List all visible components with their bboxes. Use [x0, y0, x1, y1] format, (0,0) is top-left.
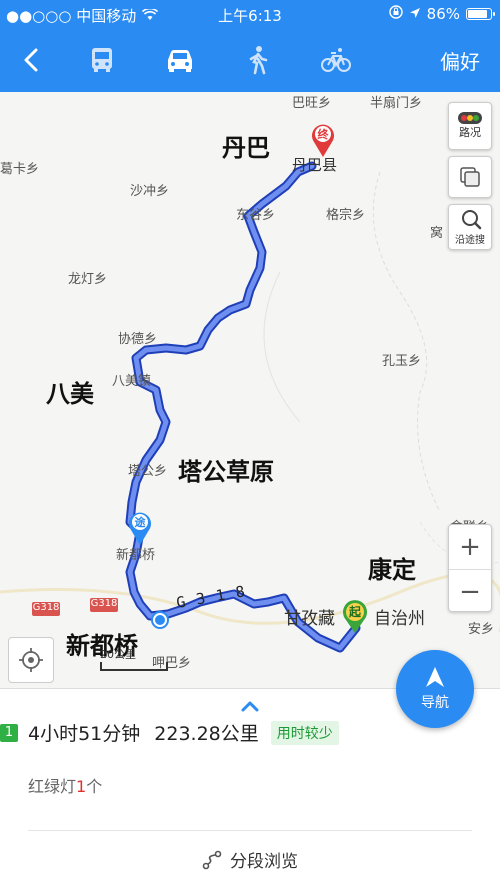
traffic-lights-unit: 个 [86, 777, 103, 796]
chevron-left-icon [24, 48, 38, 72]
place-label: 安乡 [468, 622, 495, 637]
route-number-badge: 1 [0, 723, 18, 742]
start-marker[interactable]: 起 [341, 600, 369, 634]
zoom-in-button[interactable]: + [449, 525, 491, 569]
back-button[interactable] [14, 42, 50, 78]
start-marker-label: 起 [348, 605, 361, 619]
layers-button[interactable] [448, 156, 492, 198]
place-label-highlight: 八美 [46, 380, 94, 408]
end-marker-label: 终 [317, 128, 329, 141]
preferences-button[interactable]: 偏好 [440, 46, 480, 75]
place-label: 塔公乡 [128, 464, 168, 479]
traffic-lights-count: 1 [76, 777, 87, 796]
traffic-lights-label: 红绿灯 [28, 777, 77, 796]
chevron-up-icon [241, 701, 259, 712]
search-icon [462, 209, 482, 229]
waypoint-marker-label: 途 [134, 516, 146, 529]
place-label: 八美镇 [112, 374, 152, 389]
route-map[interactable]: 巴旺乡 半扇门乡 丹巴 丹巴县 葛卡乡 沙冲乡 东谷乡 格宗乡 窝 龙灯乡 协德… [0, 92, 500, 688]
segment-browse-label: 分段浏览 [230, 852, 298, 872]
divider [28, 830, 472, 831]
mode-bus-button[interactable] [82, 40, 122, 80]
crosshair-icon [19, 648, 43, 672]
route-line [125, 161, 361, 653]
place-label: 半扇门乡 [370, 96, 423, 111]
place-label: 新都桥 [116, 548, 156, 563]
navigate-button[interactable]: 导航 [396, 650, 474, 728]
road-shield-g318: G318 [90, 598, 118, 609]
waypoint-marker[interactable]: 途 [127, 510, 153, 546]
place-label: 孔玉乡 [382, 354, 422, 369]
carrier-label: ●●○○○ 中国移动 [6, 7, 137, 25]
expand-sheet-handle[interactable] [240, 697, 260, 716]
my-location-button[interactable] [8, 637, 54, 683]
battery-percent: 86% [426, 5, 460, 23]
place-label: 窝 [430, 226, 444, 241]
place-label: 格宗乡 [326, 208, 366, 223]
battery-icon [466, 8, 495, 20]
end-marker[interactable]: 终 [310, 122, 336, 158]
place-label: 龙灯乡 [68, 272, 108, 287]
navigation-arrow-icon [426, 667, 444, 687]
transport-mode-bar: 偏好 [0, 28, 500, 92]
navigate-label: 导航 [421, 695, 449, 711]
mode-walk-button[interactable] [238, 40, 278, 80]
search-along-label: 沿途搜 [455, 234, 485, 246]
route-segments-icon [202, 850, 222, 869]
search-along-button[interactable]: 沿途搜 [448, 204, 492, 250]
place-label-highlight: 丹巴 [222, 134, 270, 162]
route-duration: 4小时51分钟 [28, 723, 141, 745]
mode-car-button[interactable] [160, 40, 200, 80]
place-label: 巴旺乡 [292, 96, 332, 111]
place-label: 甘孜藏 [284, 609, 335, 629]
status-bar: ●●○○○ 中国移动 上午6:13 86% [0, 0, 500, 28]
wifi-icon [142, 7, 159, 25]
lock-rotation-icon [388, 5, 403, 23]
route-option[interactable]: 1 4小时51分钟 223.28公里 用时较少 [0, 719, 339, 746]
route-tag: 用时较少 [270, 720, 339, 745]
mode-bicycle-button[interactable] [316, 40, 356, 80]
place-label-highlight: 塔公草原 [178, 458, 274, 486]
place-label: 协德乡 [118, 332, 158, 347]
bicycle-icon [321, 48, 351, 72]
route-distance: 223.28公里 [154, 723, 259, 745]
place-label: 东谷乡 [236, 208, 276, 223]
location-arrow-icon [409, 5, 421, 23]
walk-icon [249, 46, 268, 75]
zoom-out-button[interactable]: − [449, 569, 491, 613]
bus-icon [92, 48, 112, 72]
traffic-button[interactable]: 路况 [448, 102, 492, 150]
road-shield-g318: G318 [32, 602, 60, 613]
scale-bar: 20公里 [100, 646, 168, 672]
scale-label: 20公里 [100, 648, 136, 661]
place-label: 自治州 [374, 609, 425, 629]
place-label-highlight: 康定 [368, 556, 416, 584]
car-icon [168, 50, 192, 72]
traffic-button-label: 路况 [459, 126, 481, 139]
traffic-lights-info: 红绿灯1个 [28, 773, 102, 797]
zoom-control: + − [448, 524, 492, 612]
layers-icon [460, 167, 480, 187]
traffic-light-icon [458, 112, 482, 124]
segment-browse-button[interactable]: 分段浏览 [0, 847, 500, 872]
place-label: 葛卡乡 [0, 162, 40, 177]
place-label: 沙冲乡 [130, 184, 170, 199]
